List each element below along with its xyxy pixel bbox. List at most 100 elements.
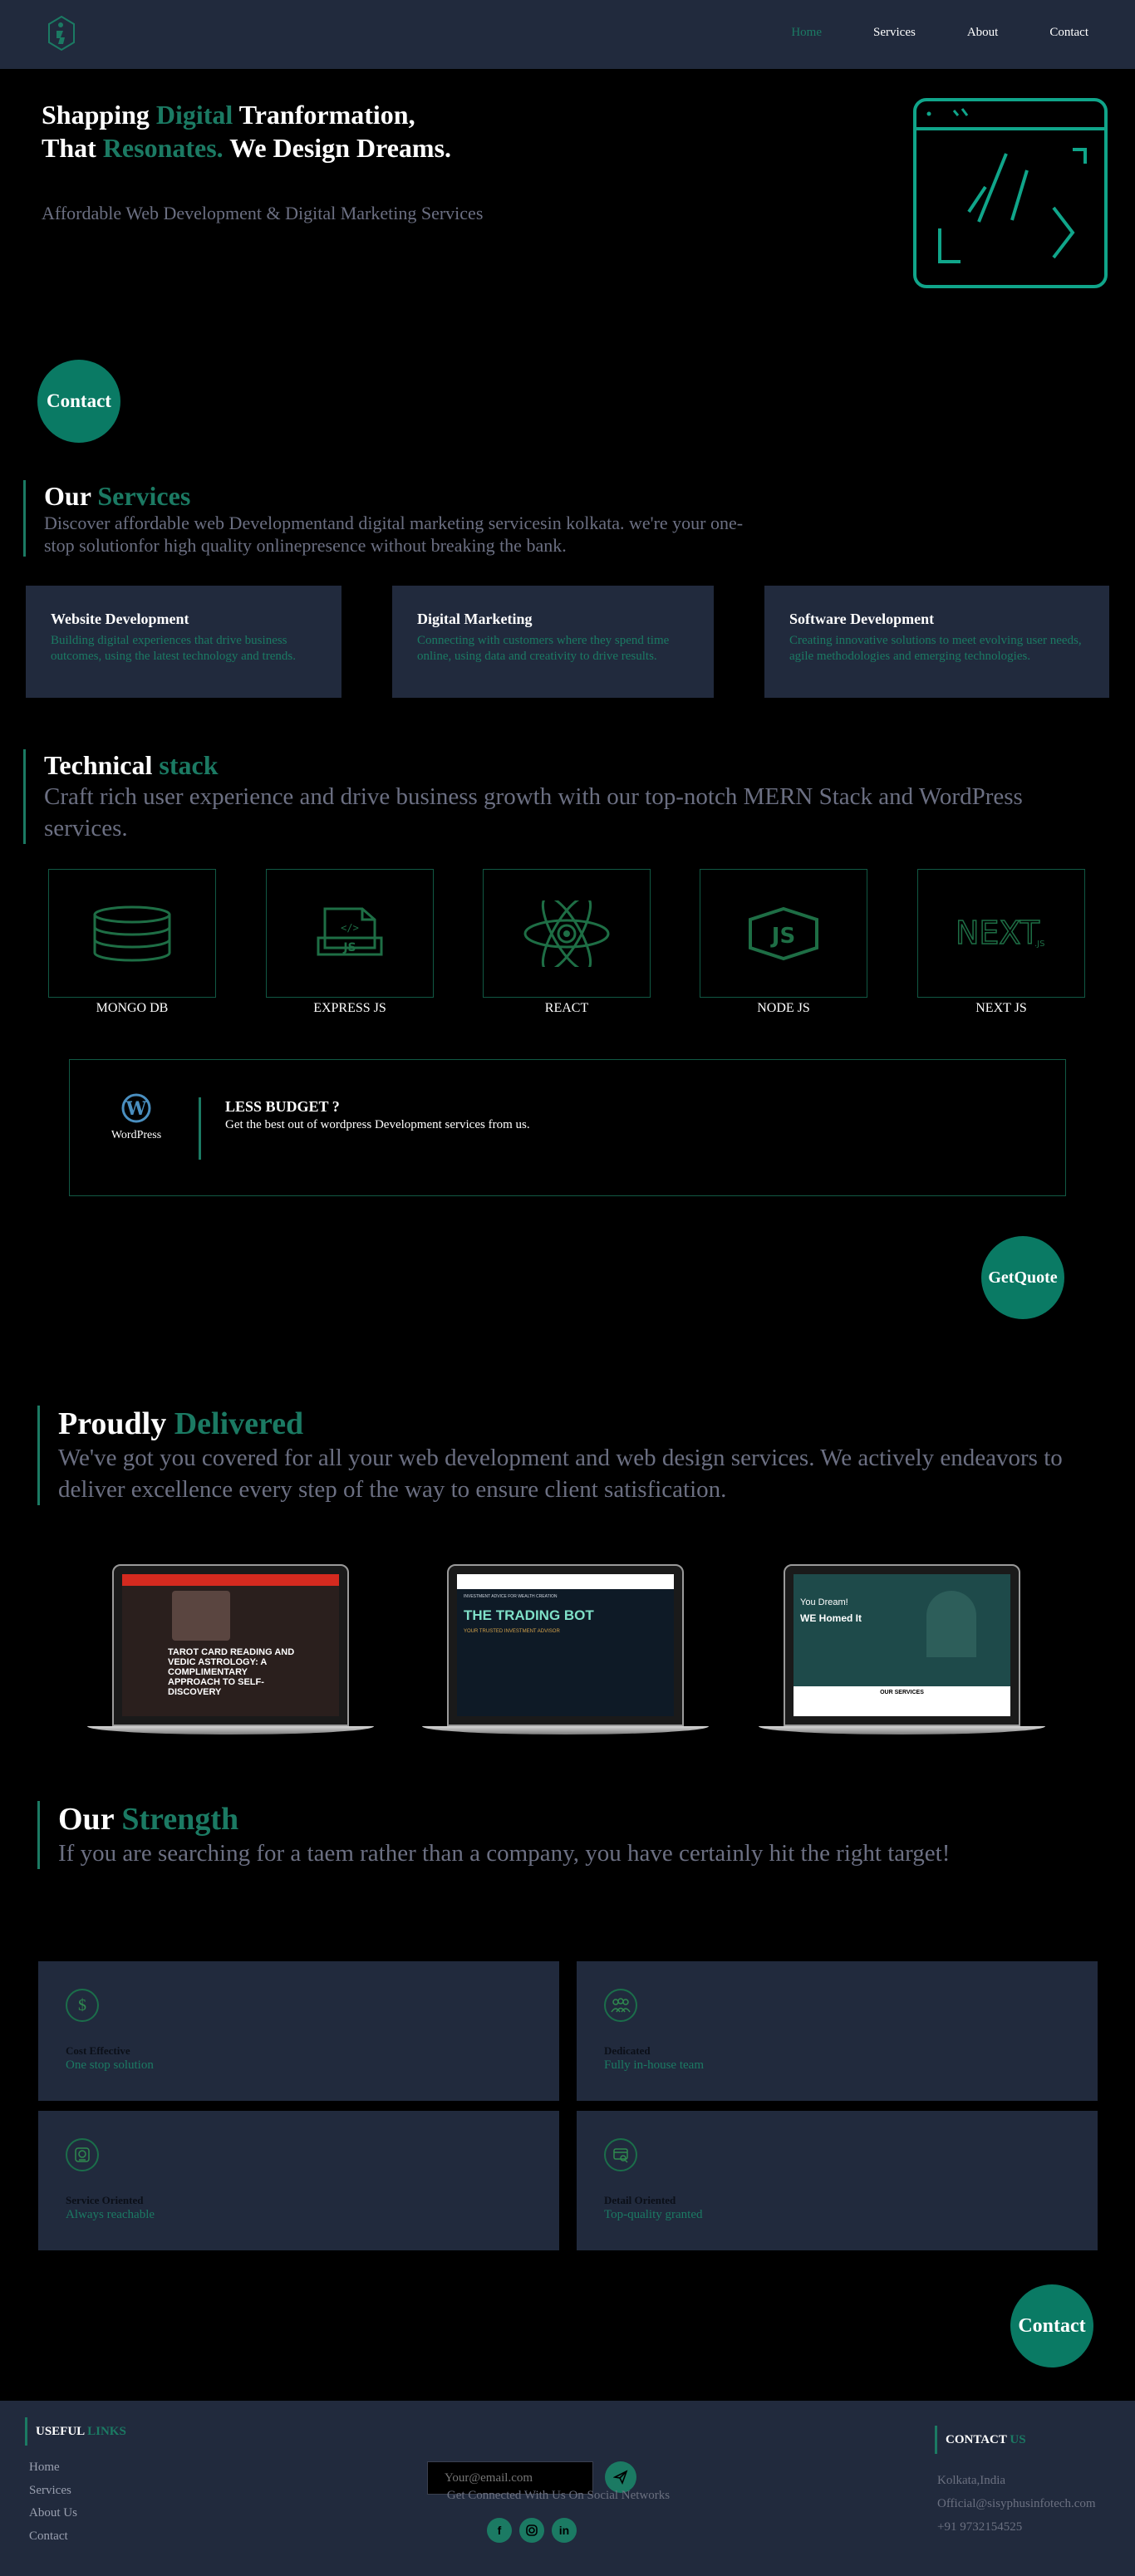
linkedin-icon[interactable]: in (552, 2518, 577, 2543)
footer-link-services[interactable]: Services (29, 2484, 71, 2498)
nav-links: Home Services About Contact (739, 26, 1088, 40)
heading-part: CONTACT (946, 2433, 1010, 2446)
laptop-base (422, 1726, 709, 1735)
strength-card-title: Dedicated (604, 2044, 651, 2057)
strength-card-dedicated[interactable]: Dedicated Fully in-house team (577, 1961, 1098, 2101)
wordpress-icon: W (121, 1093, 151, 1123)
project-laptop-tarot[interactable]: TAROT CARD READING AND VEDIC ASTROLOGY: … (87, 1564, 374, 1739)
footer-email[interactable]: Official@sisyphusinfotech.com (937, 2497, 1096, 2511)
project-laptop-interior[interactable]: You Dream! WE Homed It OUR SERVICES (759, 1564, 1045, 1739)
footer-phone[interactable]: +91 9732154525 (937, 2520, 1022, 2534)
preview-section: OUR SERVICES (880, 1690, 924, 1695)
laptop-screen: INVESTMENT ADVICE FOR WEALTH CREATION TH… (447, 1564, 684, 1726)
service-card-title: Software Development (789, 611, 935, 627)
get-quote-button[interactable]: Get Quote (981, 1236, 1064, 1319)
detail-icon (604, 2138, 637, 2171)
preview-headline-b: WE Homed It (800, 1612, 862, 1624)
heading-highlight: US (1010, 2433, 1026, 2446)
hero-title-part: That (42, 133, 103, 163)
heading-part: USEFUL (36, 2425, 88, 2438)
tech-card-node[interactable]: JS (700, 869, 867, 998)
heading-part: Technical (44, 750, 160, 780)
project-laptop-trading[interactable]: INVESTMENT ADVICE FOR WEALTH CREATION TH… (422, 1564, 709, 1739)
heading-highlight: LINKS (87, 2425, 126, 2438)
nav-about[interactable]: About (967, 26, 999, 40)
project-preview: TAROT CARD READING AND VEDIC ASTROLOGY: … (122, 1574, 339, 1716)
footer-links-heading: USEFUL LINKS (25, 2417, 126, 2446)
preview-kicker: INVESTMENT ADVICE FOR WEALTH CREATION (464, 1594, 558, 1599)
hero-title-part: Tranformation, (233, 100, 415, 130)
preview-image (172, 1591, 230, 1641)
footer-contact-heading: CONTACT US (935, 2426, 1026, 2454)
tech-card-react[interactable] (483, 869, 651, 998)
hero-title-part: Shapping (42, 100, 156, 130)
facebook-icon[interactable]: f (487, 2518, 512, 2543)
hero-title-highlight: Resonates. (102, 133, 224, 163)
svg-text:JS: JS (770, 924, 795, 949)
footer-link-about[interactable]: About Us (29, 2506, 77, 2520)
tech-card-mongodb[interactable] (48, 869, 216, 998)
preview-headline-a: You Dream! (800, 1597, 848, 1607)
atom-icon (523, 900, 610, 967)
preview-header (457, 1574, 674, 1589)
footer-link-contact[interactable]: Contact (29, 2529, 68, 2544)
laptop-base (759, 1726, 1045, 1735)
hero-title-highlight: Digital (155, 100, 233, 130)
top-navbar: Home Services About Contact (0, 0, 1135, 69)
service-card-title: Website Development (51, 611, 189, 627)
tech-label: MONGO DB (96, 1001, 169, 1015)
strength-description: If you are searching for a taem rather t… (58, 1840, 951, 1867)
tech-card-next[interactable]: NEXT .JS (917, 869, 1085, 998)
tech-label: NODE JS (757, 1001, 810, 1015)
strength-card-subtitle: Top-quality granted (604, 2208, 703, 2221)
service-card-web[interactable]: Website Development Building digital exp… (26, 586, 341, 698)
instagram-icon[interactable] (519, 2518, 544, 2543)
floating-contact-button[interactable]: Contact (1010, 2284, 1093, 2367)
tech-label: REACT (544, 1001, 589, 1015)
preview-headline: THE TRADING BOT (464, 1607, 594, 1623)
services-section-header: Our Services Discover affordable web Dev… (23, 480, 771, 557)
preview-headline: TAROT CARD READING AND VEDIC ASTROLOGY: … (168, 1647, 295, 1697)
footer-link-home[interactable]: Home (29, 2461, 60, 2475)
js-file-icon: </> JS (317, 907, 383, 955)
hero-contact-button[interactable]: Contact (37, 360, 120, 443)
strength-card-subtitle: Always reachable (66, 2208, 155, 2221)
services-heading: Our Services (44, 480, 771, 512)
services-description: Discover affordable web Developmentand d… (44, 513, 744, 556)
strength-card-detail[interactable]: Detail Oriented Top-quality granted (577, 2111, 1098, 2250)
logo-icon[interactable] (47, 15, 76, 52)
wordpress-title: LESS BUDGET ? (225, 1098, 340, 1115)
service-card-marketing[interactable]: Digital Marketing Connecting with custom… (392, 586, 714, 698)
service-card-text: Building digital experiences that drive … (51, 634, 296, 663)
strength-section-header: Our Strength If you are searching for a … (37, 1801, 1076, 1869)
wordpress-logo-label: WordPress (111, 1129, 162, 1141)
strength-card-subtitle: One stop solution (66, 2058, 154, 2072)
nav-services[interactable]: Services (873, 26, 916, 40)
tech-card-express[interactable]: </> JS (266, 869, 434, 998)
quote-label: Get (988, 1268, 1015, 1287)
project-preview: INVESTMENT ADVICE FOR WEALTH CREATION TH… (457, 1574, 674, 1716)
strength-card-cost[interactable]: $ Cost Effective One stop solution (38, 1961, 559, 2101)
strength-card-subtitle: Fully in-house team (604, 2058, 704, 2072)
wordpress-banner[interactable]: W WordPress LESS BUDGET ? Get the best o… (69, 1059, 1066, 1196)
tech-label: EXPRESS JS (313, 1001, 386, 1015)
service-card-software[interactable]: Software Development Creating innovative… (764, 586, 1109, 698)
laptop-base (87, 1726, 374, 1735)
tech-section-header: Technical stack Craft rich user experien… (23, 749, 1062, 844)
support-icon (66, 2138, 99, 2171)
portfolio-section-header: Proudly Delivered We've got you covered … (37, 1406, 1076, 1505)
service-card-title: Digital Marketing (417, 611, 533, 627)
nextjs-icon: NEXT .JS (955, 914, 1044, 952)
heading-part: Our (44, 481, 98, 511)
hero-title-part: We Design Dreams. (223, 133, 452, 163)
tech-description: Craft rich user experience and drive bus… (44, 783, 1023, 841)
preview-arch (926, 1591, 976, 1657)
heading-highlight: Strength (121, 1802, 239, 1837)
nodejs-icon: JS (749, 906, 818, 960)
strength-card-service[interactable]: Service Oriented Always reachable (38, 2111, 559, 2250)
wordpress-subtitle: Get the best out of wordpress Developmen… (225, 1118, 530, 1131)
nav-contact[interactable]: Contact (1049, 26, 1088, 40)
footer-location: Kolkata,India (937, 2474, 1006, 2487)
nav-home[interactable]: Home (791, 26, 822, 40)
hero-title: Shapping Digital Tranformation, That Res… (42, 98, 451, 164)
